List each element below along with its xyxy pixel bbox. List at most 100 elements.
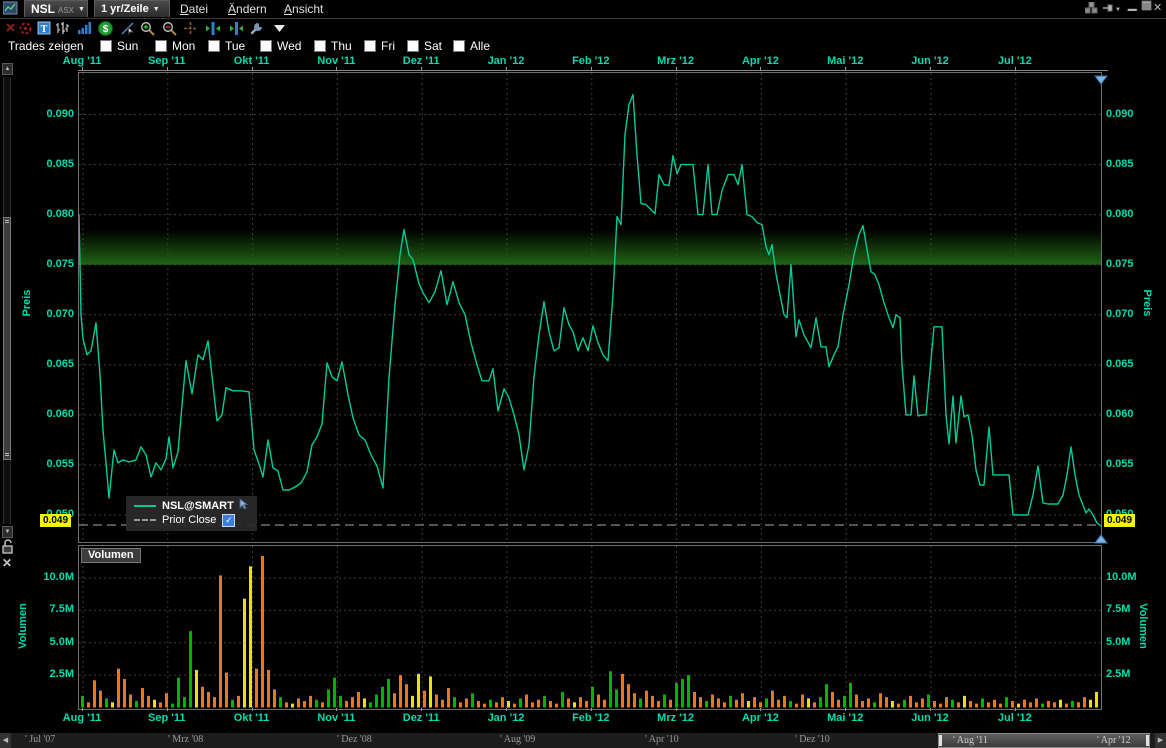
menu-aendern[interactable]: Ändern <box>228 2 267 16</box>
svg-text:T: T <box>40 24 47 35</box>
scale-down-button[interactable]: ▼ <box>2 526 13 538</box>
volume-axis-title-left: Volumen <box>17 591 29 661</box>
drawing-toolbar: T $ <box>0 19 1166 37</box>
price-tick-label-right: 0.080 <box>1106 208 1146 220</box>
thumb-from-label: ' Aug '11 <box>953 735 988 746</box>
scroll-right-button[interactable]: ▶ <box>1155 733 1166 748</box>
menu-datei[interactable]: Datei <box>180 2 208 16</box>
price-tick-label-right: 0.065 <box>1106 358 1146 370</box>
day-label-alle: Alle <box>470 39 490 53</box>
day-checkbox-sat[interactable] <box>407 40 419 52</box>
month-label: Sep '11 <box>148 55 185 67</box>
bar-chart-style-icon[interactable] <box>76 20 93 36</box>
last-price-badge-right: 0.049 <box>1104 514 1135 527</box>
pin-icon[interactable] <box>1102 2 1114 19</box>
price-tick-label-right: 0.070 <box>1106 308 1146 320</box>
month-tick <box>760 708 761 711</box>
range-handle-bottom[interactable] <box>1094 531 1108 540</box>
day-label-mon: Mon <box>172 39 195 53</box>
price-tick-label-right: 0.060 <box>1106 408 1146 420</box>
history-scrollbar-thumb[interactable]: ' Aug '11 ' Apr '12 <box>938 733 1150 748</box>
month-tick <box>506 67 507 70</box>
day-checkbox-alle[interactable] <box>453 40 465 52</box>
app-icon <box>3 1 18 20</box>
trendline-tool-icon[interactable] <box>119 20 136 36</box>
menu-ansicht[interactable]: Ansicht <box>284 2 323 16</box>
month-tick <box>82 67 83 70</box>
crosshair-tool-icon[interactable] <box>182 20 199 36</box>
volume-tick-label-left: 7.5M <box>34 603 74 615</box>
compress-horizontal-icon[interactable] <box>226 20 243 36</box>
month-label: Jan '12 <box>488 712 525 724</box>
symbol-selector[interactable]: NSL ASX ▼ <box>24 0 88 17</box>
volume-panel-title: Volumen <box>81 548 141 563</box>
volume-chart-panel[interactable]: Volumen <box>78 545 1102 710</box>
day-checkbox-wed[interactable] <box>260 40 272 52</box>
price-tick-label-right: 0.075 <box>1106 258 1146 270</box>
day-label-fri: Fri <box>381 39 395 53</box>
day-checkbox-tue[interactable] <box>208 40 220 52</box>
scale-up-button[interactable]: ▲ <box>2 63 13 75</box>
zoom-out-icon[interactable] <box>161 20 178 36</box>
day-checkbox-mon[interactable] <box>155 40 167 52</box>
price-scale-thumb[interactable] <box>3 217 11 460</box>
workspace-blocks-icon[interactable] <box>1085 2 1098 19</box>
volume-tick-label-left: 5.0M <box>34 636 74 648</box>
scroll-left-button[interactable]: ◀ <box>0 733 11 748</box>
close-panel-icon[interactable]: ✕ <box>2 556 12 570</box>
zoom-in-icon[interactable] <box>139 20 156 36</box>
volume-tick-label-right: 10.0M <box>1106 571 1146 583</box>
month-tick <box>760 67 761 70</box>
ohlc-bars-style-icon[interactable] <box>54 20 71 36</box>
prior-close-swatch <box>134 519 156 521</box>
prior-close-checkbox[interactable]: ✓ <box>222 514 235 527</box>
month-tick <box>336 708 337 711</box>
chevron-down-icon: ▼ <box>153 6 160 13</box>
top-axis-line <box>78 70 1108 71</box>
chart-legend: NSL@SMART Prior Close ✓ <box>126 496 257 531</box>
month-tick <box>930 67 931 70</box>
history-tick-label: ' Jul '07 <box>25 734 55 745</box>
close-button[interactable]: ✕ <box>1153 1 1162 16</box>
maximize-button[interactable] <box>1141 0 1152 16</box>
volume-axis-title-right: Volumen <box>1137 591 1149 661</box>
text-tool-icon[interactable]: T <box>35 20 52 36</box>
month-tick <box>421 708 422 711</box>
month-label: Aug '11 <box>63 55 102 67</box>
month-tick <box>591 708 592 711</box>
timeframe-selector[interactable]: 1 yr/Zeile ▼ <box>94 0 170 17</box>
range-handle-top[interactable] <box>1094 72 1108 81</box>
month-tick <box>421 67 422 70</box>
month-tick <box>336 67 337 70</box>
price-chart-panel[interactable]: NSL@SMART Prior Close ✓ <box>78 72 1102 543</box>
month-label: Okt '11 <box>234 712 270 724</box>
target-pointer-icon[interactable] <box>17 20 34 36</box>
thumb-to-label: ' Apr '12 <box>1097 735 1131 746</box>
month-label: Mrz '12 <box>657 712 694 724</box>
price-tick-label-left: 0.055 <box>34 458 74 470</box>
history-tick-label: ' Mrz '08 <box>168 734 203 745</box>
minimize-button[interactable]: ▁ <box>1128 0 1136 13</box>
trades-filter-row: Trades zeigen SunMonTueWedThuFriSatAlle <box>0 37 1166 55</box>
day-label-wed: Wed <box>277 39 301 53</box>
trades-zeigen-label: Trades zeigen <box>8 39 84 53</box>
month-tick <box>1015 67 1016 70</box>
month-tick <box>845 67 846 70</box>
timeframe-label: 1 yr/Zeile <box>101 3 149 15</box>
settings-wrench-icon[interactable] <box>248 20 265 36</box>
prior-close-label: Prior Close <box>162 514 216 526</box>
price-tick-label-left: 0.070 <box>34 308 74 320</box>
price-tick-label-left: 0.080 <box>34 208 74 220</box>
day-checkbox-sun[interactable] <box>100 40 112 52</box>
history-scrollbar[interactable]: ◀ ' Jul '07' Mrz '08' Dez '08' Aug '09' … <box>0 732 1166 748</box>
expand-horizontal-icon[interactable] <box>204 20 221 36</box>
month-tick <box>676 708 677 711</box>
month-label: Nov '11 <box>317 712 355 724</box>
day-checkbox-thu[interactable] <box>314 40 326 52</box>
dollar-volume-icon[interactable]: $ <box>97 20 114 36</box>
month-tick <box>252 67 253 70</box>
day-checkbox-fri[interactable] <box>364 40 376 52</box>
pin-dropdown-icon[interactable]: ▼ <box>1115 3 1121 18</box>
symbol-label: NSL <box>31 2 55 16</box>
more-dropdown-icon[interactable] <box>271 20 288 36</box>
